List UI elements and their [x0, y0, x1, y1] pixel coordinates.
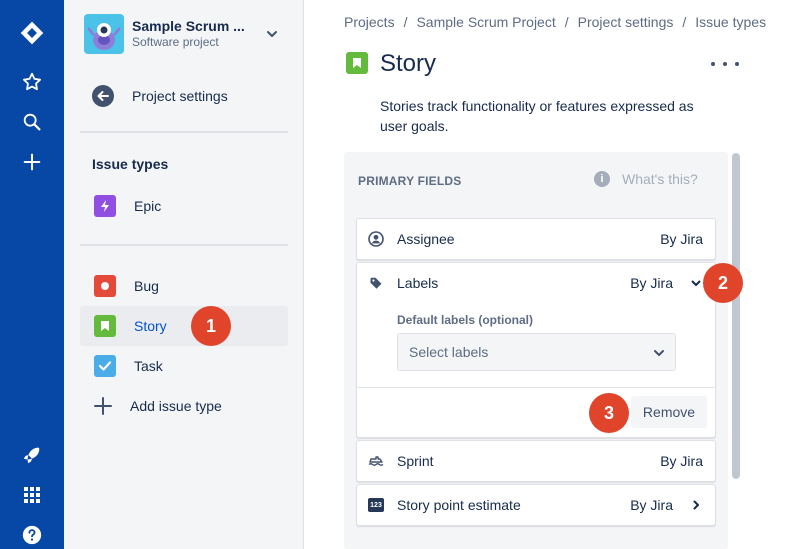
labels-select-placeholder: Select labels [409, 344, 489, 360]
chevron-down-icon[interactable] [264, 26, 280, 42]
tag-icon [367, 274, 385, 292]
number-123-icon: 123 [367, 496, 385, 514]
step-marker-2: 2 [703, 263, 743, 303]
bookmark-icon [94, 315, 116, 337]
breadcrumb-separator: / [564, 14, 569, 30]
chevron-down-icon[interactable] [689, 276, 703, 290]
add-issue-type-label: Add issue type [130, 398, 222, 414]
project-type: Software project [132, 35, 219, 49]
chevron-right-icon[interactable] [689, 498, 703, 512]
field-name: Story point estimate [397, 497, 521, 513]
project-sidebar: Sample Scrum ... Software project Projec… [64, 0, 304, 549]
page-description: Stories track functionality or features … [380, 98, 694, 134]
sidebar-item-label: Task [134, 358, 163, 374]
back-label: Project settings [132, 88, 228, 104]
whats-this-label: What's this? [622, 171, 698, 187]
jira-logo-icon[interactable] [16, 17, 48, 49]
issue-types-heading: Issue types [92, 156, 169, 172]
arrow-left-icon [92, 85, 114, 107]
project-name[interactable]: Sample Scrum ... [132, 18, 245, 34]
sprint-boat-icon [367, 452, 385, 470]
field-labels: Labels By Jira Default labels (optional)… [356, 262, 716, 438]
user-circle-icon [367, 230, 385, 248]
field-labels-header[interactable]: Labels By Jira [357, 263, 715, 303]
remove-button[interactable]: Remove [631, 396, 707, 428]
field-sprint[interactable]: Sprint By Jira [356, 440, 716, 482]
star-icon[interactable] [16, 66, 48, 98]
bookmark-icon [346, 52, 368, 74]
add-issue-type-button[interactable]: Add issue type [80, 386, 288, 426]
sidebar-item-story[interactable]: Story [80, 306, 288, 346]
sidebar-item-label: Story [134, 318, 167, 334]
sidebar-item-bug[interactable]: Bug [80, 266, 288, 306]
plus-icon [92, 395, 114, 417]
divider [80, 131, 288, 133]
primary-fields-panel: PRIMARY FIELDS i What's this? Assignee B… [344, 152, 728, 549]
field-story-point-estimate[interactable]: 123 Story point estimate By Jira [356, 484, 716, 526]
breadcrumb-projects[interactable]: Projects [344, 14, 395, 30]
more-actions-icon[interactable] [711, 56, 739, 72]
field-source: By Jira [660, 231, 703, 247]
chevron-down-icon [651, 345, 667, 361]
step-marker-1: 1 [191, 306, 231, 346]
bug-dot-icon [94, 275, 116, 297]
step-marker-3: 3 [589, 393, 629, 433]
plus-icon[interactable] [16, 146, 48, 178]
field-assignee[interactable]: Assignee By Jira [356, 218, 716, 260]
breadcrumb-issue-types[interactable]: Issue types [695, 14, 766, 30]
sidebar-item-label: Epic [134, 198, 162, 214]
info-icon: i [594, 171, 610, 187]
field-source: By Jira [630, 275, 673, 291]
breadcrumb-separator: / [403, 14, 408, 30]
app-grid-icon[interactable] [16, 479, 48, 511]
field-name: Sprint [397, 453, 434, 469]
field-source: By Jira [660, 453, 703, 469]
lightning-icon [94, 195, 116, 217]
project-avatar[interactable] [84, 14, 124, 54]
search-icon[interactable] [16, 106, 48, 138]
sidebar-item-epic[interactable]: Epic [80, 186, 288, 226]
field-source: By Jira [630, 497, 673, 513]
rocket-icon[interactable] [16, 439, 48, 471]
breadcrumb-project[interactable]: Sample Scrum Project [416, 14, 555, 30]
sidebar-item-task[interactable]: Task [80, 346, 288, 386]
panel-title: PRIMARY FIELDS [358, 174, 462, 188]
page-title: Story [380, 50, 437, 77]
field-labels-footer: Remove [357, 387, 715, 437]
breadcrumb: Projects / Sample Scrum Project / Project se… [344, 14, 766, 30]
global-navigation [0, 0, 64, 549]
field-name: Labels [397, 275, 439, 291]
default-labels-label: Default labels (optional) [397, 313, 534, 327]
panel-scrollbar[interactable] [732, 153, 740, 479]
divider [80, 244, 288, 246]
sidebar-item-label: Bug [134, 278, 159, 294]
breadcrumb-separator: / [682, 14, 687, 30]
labels-select[interactable]: Select labels [397, 333, 676, 371]
checkmark-icon [94, 355, 116, 377]
help-icon[interactable] [16, 519, 48, 549]
field-name: Assignee [397, 231, 455, 247]
breadcrumb-project-settings[interactable]: Project settings [578, 14, 674, 30]
back-to-project-settings[interactable]: Project settings [80, 80, 288, 112]
whats-this-link[interactable]: i What's this? [594, 171, 698, 187]
